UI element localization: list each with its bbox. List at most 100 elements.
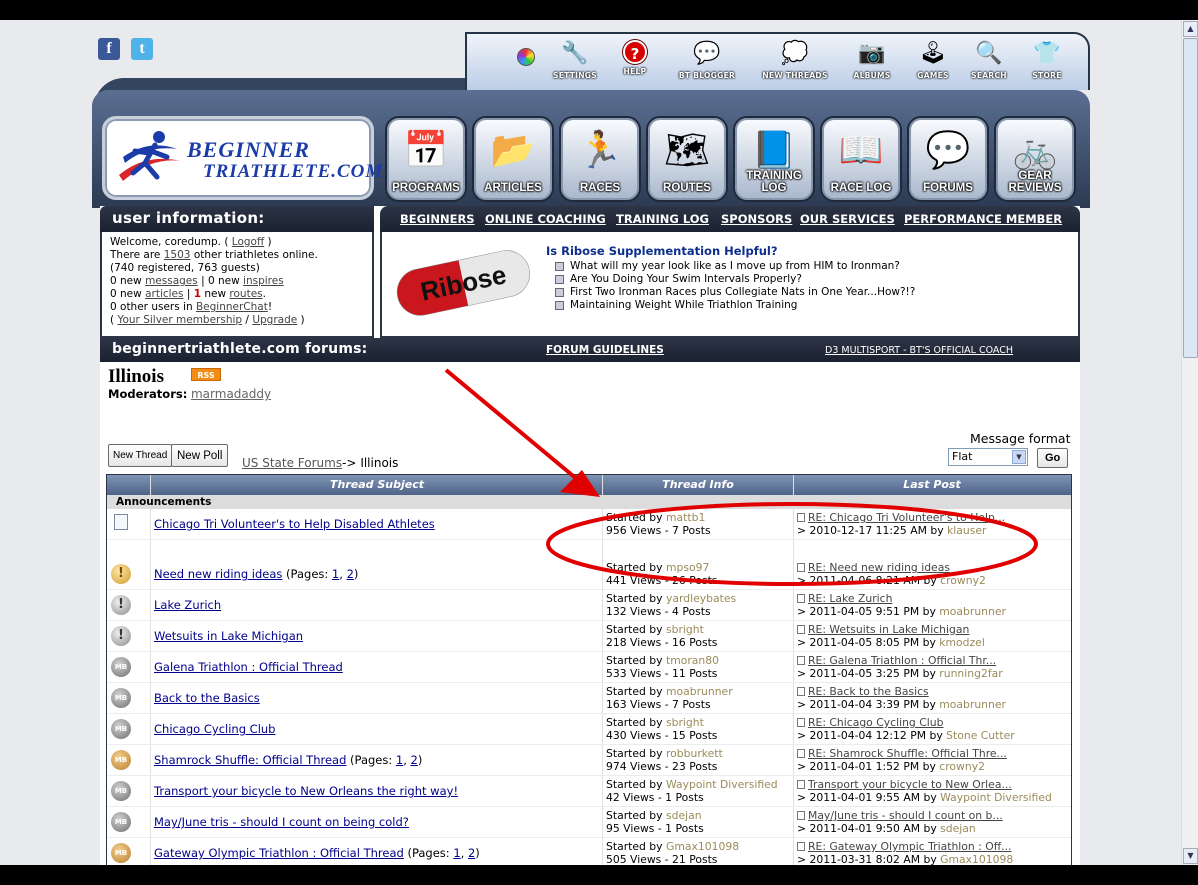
thread-subject-link[interactable]: Gateway Olympic Triathlon : Official Thr… xyxy=(154,846,404,860)
last-post-link[interactable]: RE: Shamrock Shuffle: Official Thre... xyxy=(808,747,1007,760)
breadcrumb-parent-link[interactable]: US State Forums xyxy=(242,456,342,470)
col-last-post[interactable]: Last Post xyxy=(793,478,1071,491)
site-logo[interactable]: BEGINNER TRIATHLETE.COM xyxy=(102,116,382,200)
thread-author-link[interactable]: tmoran80 xyxy=(666,654,719,667)
official-coach-link[interactable]: D3 MULTISPORT - BT'S OFFICIAL COACH xyxy=(825,345,1013,356)
go-button[interactable]: Go xyxy=(1037,448,1069,468)
last-post-author-link[interactable]: running2far xyxy=(939,667,1002,680)
thread-author-link[interactable]: sbright xyxy=(666,623,704,636)
last-post-author-link[interactable]: sdejan xyxy=(940,822,976,835)
news-item[interactable]: First Two Ironman Races plus Collegiate … xyxy=(554,286,915,299)
membership-link[interactable]: Your Silver membership xyxy=(117,314,242,326)
nav-button-articles[interactable]: 📂 ARTICLES xyxy=(472,116,554,202)
news-feature-link[interactable]: Is Ribose Supplementation Helpful? xyxy=(546,244,778,258)
top-nav-performance-member[interactable]: PERFORMANCE MEMBER xyxy=(904,212,1062,226)
last-post-author-link[interactable]: Stone Cutter xyxy=(946,729,1015,742)
last-post-link[interactable]: Transport your bicycle to New Orlea... xyxy=(808,778,1012,791)
messages-link[interactable]: messages xyxy=(145,275,198,287)
thread-author-link[interactable]: sdejan xyxy=(666,809,702,822)
inspires-link[interactable]: inspires xyxy=(243,275,284,287)
forum-guidelines-link[interactable]: FORUM GUIDELINES xyxy=(546,344,664,356)
thread-subject-link[interactable]: Lake Zurich xyxy=(154,598,221,612)
thread-subject-link[interactable]: Back to the Basics xyxy=(154,691,260,705)
logoff-link[interactable]: Logoff xyxy=(232,236,264,248)
last-post-link[interactable]: RE: Need new riding ideas xyxy=(808,561,950,574)
thread-subject-link[interactable]: Chicago Cycling Club xyxy=(154,722,275,736)
top-nav-our-services[interactable]: OUR SERVICES xyxy=(800,212,895,226)
last-post-author-link[interactable]: Gmax101098 xyxy=(940,853,1013,865)
new-thread-button[interactable]: New Thread xyxy=(108,444,173,467)
page-link[interactable]: 1 xyxy=(453,846,460,860)
news-item[interactable]: What will my year look like as I move up… xyxy=(554,260,915,273)
news-item[interactable]: Maintaining Weight While Triathlon Train… xyxy=(554,299,915,312)
last-post-link[interactable]: RE: Chicago Tri Volunteer's to Help... xyxy=(808,511,1005,524)
message-format-select[interactable]: Flat ▼ xyxy=(948,448,1028,466)
last-post-author-link[interactable]: Waypoint Diversified xyxy=(940,791,1052,804)
thread-author-link[interactable]: mattb1 xyxy=(666,511,705,524)
ribose-pill-image[interactable]: Ribose xyxy=(388,240,538,322)
last-post-author-link[interactable]: klauser xyxy=(947,524,986,537)
last-post-link[interactable]: RE: Back to the Basics xyxy=(808,685,929,698)
moderator-link[interactable]: marmadaddy xyxy=(191,387,271,401)
col-thread-info[interactable]: Thread Info xyxy=(603,478,793,491)
nav-button-programs[interactable]: 📅 PROGRAMS xyxy=(385,116,467,202)
page-link[interactable]: 2 xyxy=(411,753,418,767)
scroll-down-icon[interactable]: ▼ xyxy=(1183,848,1198,864)
top-icon-bt-blogger[interactable]: 💬 BT BLOGGER xyxy=(672,40,742,80)
thread-author-link[interactable]: yardleybates xyxy=(666,592,736,605)
last-post-author-link[interactable]: moabrunner xyxy=(939,605,1006,618)
top-icon-store[interactable]: 👕 STORE xyxy=(1012,40,1082,80)
page-link[interactable]: 2 xyxy=(468,846,475,860)
news-item[interactable]: Are You Doing Your Swim Intervals Proper… xyxy=(554,273,915,286)
routes-link[interactable]: routes xyxy=(229,288,262,300)
col-thread-subject[interactable]: Thread Subject xyxy=(151,478,603,491)
new-poll-button[interactable]: New Poll xyxy=(171,444,229,467)
thread-subject-link[interactable]: Transport your bicycle to New Orleans th… xyxy=(154,784,458,798)
thread-subject-link[interactable]: Need new riding ideas xyxy=(154,567,282,581)
last-post-author-link[interactable]: crowny2 xyxy=(940,574,986,587)
thread-author-link[interactable]: robburkett xyxy=(666,747,723,760)
scroll-up-icon[interactable]: ▲ xyxy=(1183,21,1198,37)
last-post-link[interactable]: RE: Gateway Olympic Triathlon : Off... xyxy=(808,840,1011,853)
nav-button-gear-reviews[interactable]: 🚲 GEAR REVIEWS xyxy=(994,116,1076,202)
articles-link[interactable]: articles xyxy=(145,288,183,300)
thread-subject-link[interactable]: May/June tris - should I count on being … xyxy=(154,815,409,829)
last-post-author-link[interactable]: moabrunner xyxy=(939,698,1006,711)
thread-subject-link[interactable]: Chicago Tri Volunteer's to Help Disabled… xyxy=(154,517,435,531)
online-count-link[interactable]: 1503 xyxy=(164,249,191,261)
upgrade-link[interactable]: Upgrade xyxy=(252,314,297,326)
thread-subject-link[interactable]: Galena Triathlon : Official Thread xyxy=(154,660,343,674)
nav-button-races[interactable]: 🏃 RACES xyxy=(559,116,641,202)
top-icon-new-threads[interactable]: 💭 NEW THREADS xyxy=(760,40,830,80)
thread-author-link[interactable]: sbright xyxy=(666,716,704,729)
last-post-author-link[interactable]: crowny2 xyxy=(939,760,985,773)
last-post-link[interactable]: RE: Lake Zurich xyxy=(808,592,892,605)
nav-button-training-log[interactable]: 📘 TRAINING LOG xyxy=(733,116,815,202)
top-nav-training-log[interactable]: TRAINING LOG xyxy=(616,212,709,226)
top-nav-beginners[interactable]: BEGINNERS xyxy=(400,212,475,226)
last-post-link[interactable]: RE: Chicago Cycling Club xyxy=(808,716,943,729)
thread-author-link[interactable]: mpso97 xyxy=(666,561,709,574)
nav-button-race-log[interactable]: 📖 RACE LOG xyxy=(820,116,902,202)
rss-icon[interactable]: RSS xyxy=(191,368,221,381)
page-link[interactable]: 1 xyxy=(332,567,339,581)
last-post-link[interactable]: May/June tris - should I count on b... xyxy=(808,809,1003,822)
scrollbar[interactable]: ▲ ▼ xyxy=(1181,20,1198,865)
last-post-link[interactable]: RE: Galena Triathlon : Official Thr... xyxy=(808,654,996,667)
thread-author-link[interactable]: moabrunner xyxy=(666,685,733,698)
top-nav-online-coaching[interactable]: ONLINE COACHING xyxy=(485,212,606,226)
page-link[interactable]: 1 xyxy=(396,753,403,767)
nav-button-routes[interactable]: 🗺 ROUTES xyxy=(646,116,728,202)
thread-subject-link[interactable]: Wetsuits in Lake Michigan xyxy=(154,629,303,643)
thread-subject-link[interactable]: Shamrock Shuffle: Official Thread xyxy=(154,753,346,767)
chevron-down-icon[interactable]: ▼ xyxy=(1012,450,1026,464)
scroll-thumb[interactable] xyxy=(1183,38,1198,358)
top-nav-sponsors[interactable]: SPONSORS xyxy=(721,212,792,226)
color-wheel-icon[interactable] xyxy=(517,48,535,66)
nav-button-forums[interactable]: 💬 FORUMS xyxy=(907,116,989,202)
page-link[interactable]: 2 xyxy=(347,567,354,581)
last-post-author-link[interactable]: kmodzel xyxy=(939,636,985,649)
top-icon-albums[interactable]: 📷 ALBUMS xyxy=(837,40,907,80)
beginnerchat-link[interactable]: BeginnerChat xyxy=(196,301,268,313)
top-icon-help[interactable]: ? HELP xyxy=(600,40,670,76)
